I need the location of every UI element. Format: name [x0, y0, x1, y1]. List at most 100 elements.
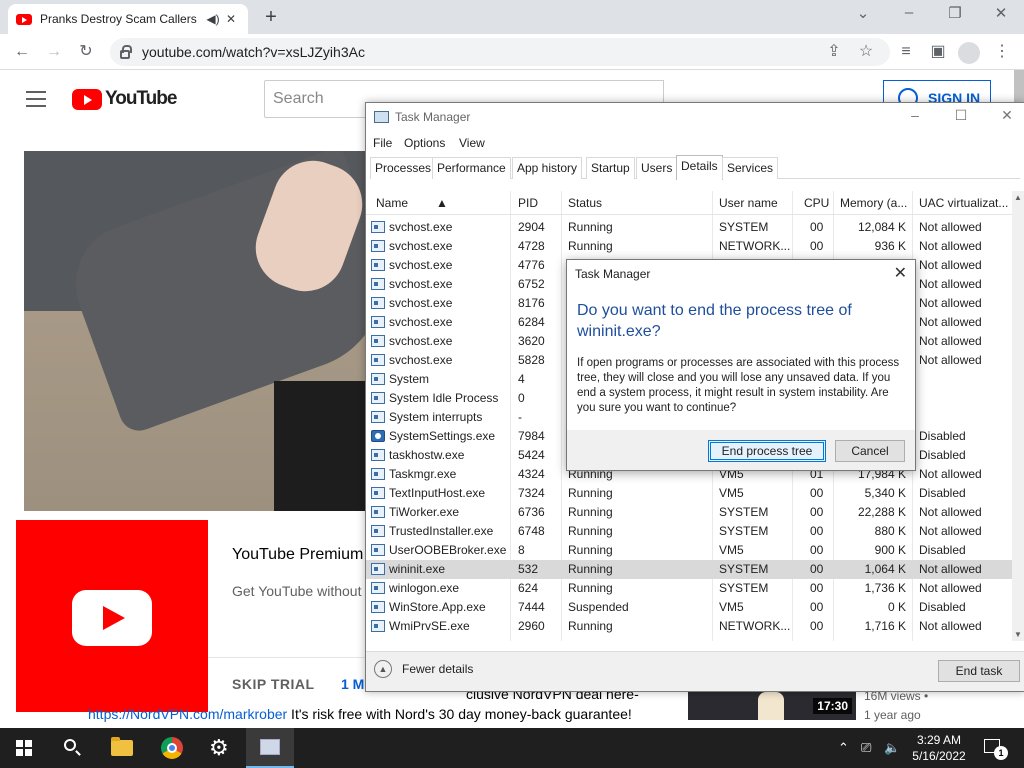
browser-tabstrip: Pranks Destroy Scam Callers ◀) ✕ + ⌄ – ❐…	[0, 0, 1024, 34]
youtube-logo[interactable]: YouTube	[72, 88, 177, 110]
process-cpu: 00	[810, 600, 824, 614]
tab-services[interactable]: Services	[722, 157, 779, 179]
taskbar-chrome[interactable]	[148, 728, 196, 768]
cancel-button[interactable]: Cancel	[835, 440, 905, 462]
process-pid: 4776	[518, 258, 545, 272]
end-task-button[interactable]: End task	[938, 660, 1020, 682]
process-memory: 0 K	[887, 600, 906, 614]
tab-app-history[interactable]: App history	[512, 157, 583, 179]
restore-window-button[interactable]: ❐	[940, 4, 970, 22]
bookmark-star-icon[interactable]: ☆	[854, 40, 878, 64]
process-user: SYSTEM	[719, 505, 769, 519]
address-bar[interactable]: youtube.com/watch?v=xsLJZyih3Ac	[110, 38, 890, 66]
scroll-up-icon[interactable]: ▲	[1014, 193, 1022, 202]
process-cpu: 00	[810, 505, 824, 519]
chrome-menu-icon[interactable]: ⋮	[990, 40, 1014, 64]
tab-performance[interactable]: Performance	[432, 157, 511, 179]
menu-view[interactable]: View	[459, 136, 485, 150]
close-tab-icon[interactable]: ✕	[222, 12, 240, 26]
tab-processes[interactable]: Processes	[370, 157, 437, 179]
tab-users[interactable]: Users	[636, 157, 678, 179]
table-row[interactable]: WmiPrvSE.exe 2960 Running NETWORK... 00 1,716…	[366, 617, 1012, 636]
side-panel-icon[interactable]: ▣	[926, 40, 950, 64]
tm-minimize-button[interactable]: –	[900, 107, 930, 123]
minimize-window-button[interactable]: –	[894, 4, 924, 21]
end-process-tree-button[interactable]: End process tree	[708, 440, 826, 462]
process-uac: Not allowed	[919, 296, 982, 310]
media-queue-icon[interactable]: ≡	[894, 40, 918, 64]
tab-startup[interactable]: Startup	[586, 157, 635, 179]
process-pid: 8176	[518, 296, 545, 310]
col-memory[interactable]: Memory (a...	[840, 196, 907, 210]
col-pid[interactable]: PID	[518, 196, 538, 210]
dialog-close-icon[interactable]: ✕	[894, 263, 907, 283]
col-uac[interactable]: UAC virtualizat...	[919, 196, 1008, 210]
process-uac: Not allowed	[919, 334, 982, 348]
task-manager-titlebar[interactable]: Task Manager – ☐ ✕	[366, 103, 1024, 131]
forward-arrow-icon[interactable]: →	[42, 40, 66, 64]
menu-file[interactable]: File	[373, 136, 392, 150]
table-row[interactable]: svchost.exe 2904 Running SYSTEM 00 12,084 K No…	[366, 218, 1012, 237]
process-pid: 7324	[518, 486, 545, 500]
nordvpn-link[interactable]: https://NordVPN.com/markrober	[88, 706, 287, 722]
settings-app-icon	[371, 430, 385, 442]
tab-details[interactable]: Details	[676, 155, 723, 180]
network-icon[interactable]: ⎚	[861, 740, 871, 756]
tab-search-chevron-icon[interactable]: ⌄	[848, 4, 878, 22]
new-tab-button[interactable]: +	[260, 6, 282, 29]
taskbar-settings[interactable]: ⚙	[196, 728, 244, 768]
table-row[interactable]: winlogon.exe 624 Running SYSTEM 00 1,736 K Not…	[366, 579, 1012, 598]
col-user[interactable]: User name	[719, 196, 778, 210]
share-icon[interactable]: ⇪	[822, 40, 846, 64]
profile-avatar-icon[interactable]	[958, 42, 980, 64]
one-month-free-button[interactable]: 1 M	[341, 676, 364, 692]
col-cpu[interactable]: CPU	[804, 196, 829, 210]
taskbar-search-button[interactable]	[48, 728, 96, 768]
process-pid: 3620	[518, 334, 545, 348]
tm-maximize-button[interactable]: ☐	[946, 107, 976, 124]
fewer-details-button[interactable]: ▲ Fewer details	[374, 660, 473, 678]
taskbar-file-explorer[interactable]	[98, 728, 146, 768]
table-row[interactable]: TextInputHost.exe 7324 Running VM5 00 5,340 K…	[366, 484, 1012, 503]
notification-center-icon[interactable]: 1	[984, 739, 1008, 760]
close-window-button[interactable]: ✕	[986, 4, 1016, 22]
col-name[interactable]: Name	[376, 196, 408, 210]
process-icon	[371, 335, 385, 347]
scroll-down-icon[interactable]: ▼	[1014, 630, 1022, 639]
process-uac: Not allowed	[919, 467, 982, 481]
process-pid: 5424	[518, 448, 545, 462]
table-row[interactable]: UserOOBEBroker.exe 8 Running VM5 00 900 K Disa…	[366, 541, 1012, 560]
volume-icon[interactable]: 🔈	[884, 740, 900, 756]
audio-playing-icon[interactable]: ◀)	[204, 12, 222, 26]
skip-trial-button[interactable]: SKIP TRIAL	[232, 676, 315, 692]
back-arrow-icon[interactable]: ←	[10, 40, 34, 64]
col-status[interactable]: Status	[568, 196, 602, 210]
table-row[interactable]: svchost.exe 4728 Running NETWORK... 00 936 K N…	[366, 237, 1012, 256]
table-row[interactable]: TrustedInstaller.exe 6748 Running SYSTEM 00 8…	[366, 522, 1012, 541]
video-player[interactable]	[24, 151, 368, 511]
tm-close-button[interactable]: ✕	[992, 107, 1022, 124]
table-scrollbar[interactable]: ▲ ▼	[1012, 191, 1024, 641]
show-hidden-icons-chevron-icon[interactable]: ⌃	[838, 740, 849, 756]
table-row[interactable]: WinStore.App.exe 7444 Suspended VM5 00 0 K Dis…	[366, 598, 1012, 617]
process-name: UserOOBEBroker.exe	[389, 543, 507, 557]
hamburger-menu-icon[interactable]	[26, 91, 46, 107]
process-uac: Not allowed	[919, 619, 982, 633]
process-user: SYSTEM	[719, 524, 769, 538]
browser-tab[interactable]: Pranks Destroy Scam Callers ◀) ✕	[8, 4, 248, 34]
process-icon	[371, 221, 385, 233]
table-row[interactable]: TiWorker.exe 6736 Running SYSTEM 00 22,288 K N…	[366, 503, 1012, 522]
table-row[interactable]: wininit.exe 532 Running SYSTEM 00 1,064 K Not …	[366, 560, 1012, 579]
taskbar-clock[interactable]: 3:29 AM 5/16/2022	[904, 732, 974, 764]
page-scrollbar[interactable]	[1014, 70, 1024, 102]
process-cpu: 00	[810, 524, 824, 538]
start-button[interactable]	[0, 728, 48, 768]
recommended-video-thumbnail[interactable]: 17:30	[688, 690, 856, 720]
notification-count-badge: 1	[994, 746, 1008, 760]
clock-date: 5/16/2022	[912, 749, 966, 763]
lock-icon[interactable]	[120, 44, 132, 59]
taskbar-task-manager[interactable]	[246, 728, 294, 768]
menu-options[interactable]: Options	[404, 136, 445, 150]
premium-divider	[208, 657, 378, 658]
reload-icon[interactable]: ↻	[74, 40, 98, 64]
